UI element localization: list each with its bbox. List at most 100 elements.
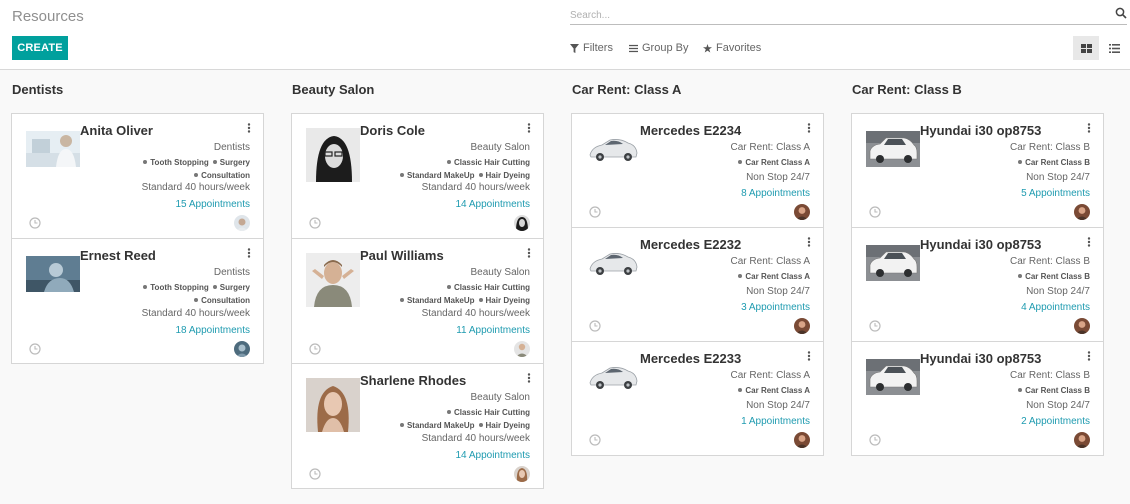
avatar: [794, 432, 810, 448]
tag: Consultation: [194, 169, 250, 182]
appointments-link[interactable]: 2 Appointments: [1021, 416, 1090, 427]
avatar: [794, 318, 810, 334]
page-title: Resources: [12, 8, 84, 25]
tag: Car Rent Class A: [738, 384, 810, 397]
resource-hours: Non Stop 24/7: [746, 172, 810, 183]
resource-hours: Non Stop 24/7: [746, 286, 810, 297]
resource-card[interactable]: Mercedes E2232 Car Rent: Class A Car Ren…: [571, 227, 824, 342]
appointments-link[interactable]: 11 Appointments: [456, 325, 530, 336]
appointments-link[interactable]: 18 Appointments: [176, 325, 251, 336]
resource-hours: Non Stop 24/7: [746, 400, 810, 411]
clock-icon[interactable]: [589, 206, 601, 218]
resource-card[interactable]: Hyundai i30 op8753 Car Rent: Class B Car…: [851, 113, 1104, 228]
favorites-button[interactable]: Favorites: [703, 40, 761, 56]
resource-category: Car Rent: Class A: [730, 256, 810, 267]
appointments-link[interactable]: 3 Appointments: [741, 302, 810, 313]
avatar: [514, 466, 530, 482]
clock-icon[interactable]: [869, 434, 881, 446]
resource-card[interactable]: Sharlene Rhodes Beauty Salon Classic Hai…: [291, 363, 544, 489]
card-menu-icon[interactable]: [807, 351, 811, 361]
resource-hours: Standard 40 hours/week: [421, 308, 530, 319]
resource-category: Car Rent: Class B: [1009, 142, 1090, 153]
tag: Standard MakeUp: [400, 169, 475, 182]
tag: Standard MakeUp: [400, 419, 475, 432]
search-input[interactable]: [570, 7, 1100, 23]
resource-hours: Non Stop 24/7: [1026, 400, 1090, 411]
search-bar: [570, 5, 1127, 25]
resource-name: Paul Williams: [360, 248, 444, 263]
resource-category: Car Rent: Class A: [730, 370, 810, 381]
resource-category: Car Rent: Class B: [1009, 370, 1090, 381]
list-view-button[interactable]: [1101, 36, 1127, 60]
clock-icon[interactable]: [29, 217, 41, 229]
create-button[interactable]: CREATE: [12, 36, 68, 60]
groupby-button[interactable]: Group By: [629, 40, 688, 56]
column-title-car-rent-a: Car Rent: Class A: [572, 82, 682, 97]
card-menu-icon[interactable]: [1087, 351, 1091, 361]
avatar: [794, 204, 810, 220]
resource-card[interactable]: Paul Williams Beauty Salon Classic Hair …: [291, 238, 544, 364]
resource-tags: Car Rent Class A: [610, 156, 810, 169]
card-menu-icon[interactable]: [247, 248, 251, 258]
clock-icon[interactable]: [309, 468, 321, 480]
card-menu-icon[interactable]: [807, 237, 811, 247]
favorites-label: Favorites: [716, 42, 762, 54]
clock-icon[interactable]: [869, 320, 881, 332]
clock-icon[interactable]: [29, 343, 41, 355]
kanban-view-button[interactable]: [1073, 36, 1099, 60]
resource-tags: Classic Hair Cutting Standard MakeUp Hair …: [330, 156, 530, 182]
card-menu-icon[interactable]: [1087, 237, 1091, 247]
appointments-link[interactable]: 15 Appointments: [176, 199, 251, 210]
card-menu-icon[interactable]: [1087, 123, 1091, 133]
appointments-link[interactable]: 8 Appointments: [741, 188, 810, 199]
resource-name: Doris Cole: [360, 123, 426, 138]
resource-card[interactable]: Doris Cole Beauty Salon Classic Hair Cut…: [291, 113, 544, 239]
resource-hours: Non Stop 24/7: [1026, 286, 1090, 297]
avatar: [514, 215, 530, 231]
resource-name: Mercedes E2234: [640, 123, 742, 138]
resource-hours: Non Stop 24/7: [1026, 172, 1090, 183]
card-menu-icon[interactable]: [527, 123, 531, 133]
column-title-car-rent-b: Car Rent: Class B: [852, 82, 962, 97]
tag: Standard MakeUp: [400, 294, 475, 307]
card-menu-icon[interactable]: [527, 373, 531, 383]
clock-icon[interactable]: [589, 320, 601, 332]
avatar: [1074, 318, 1090, 334]
resource-card[interactable]: Anita Oliver Dentists Tooth Stopping Surg…: [11, 113, 264, 239]
column-title-dentists: Dentists: [12, 82, 64, 97]
resource-hours: Standard 40 hours/week: [421, 182, 530, 193]
card-menu-icon[interactable]: [247, 123, 251, 133]
resource-tags: Car Rent Class B: [890, 156, 1090, 169]
avatar: [1074, 204, 1090, 220]
resource-tags: Car Rent Class B: [890, 384, 1090, 397]
resource-category: Dentists: [213, 142, 250, 153]
resource-card[interactable]: Hyundai i30 op8753 Car Rent: Class B Car…: [851, 227, 1104, 342]
resource-card[interactable]: Mercedes E2234 Car Rent: Class A Car Ren…: [571, 113, 824, 228]
search-icon[interactable]: [1115, 7, 1127, 19]
resource-hours: Standard 40 hours/week: [141, 308, 250, 319]
appointments-link[interactable]: 5 Appointments: [1021, 188, 1090, 199]
clock-icon[interactable]: [309, 217, 321, 229]
card-menu-icon[interactable]: [527, 248, 531, 258]
appointments-link[interactable]: 4 Appointments: [1021, 302, 1090, 313]
filters-button[interactable]: Filters: [570, 40, 613, 56]
appointments-link[interactable]: 14 Appointments: [456, 199, 531, 210]
resource-name: Anita Oliver: [80, 123, 153, 138]
avatar: [234, 341, 250, 357]
avatar: [234, 215, 250, 231]
resource-tags: Car Rent Class A: [610, 384, 810, 397]
appointments-link[interactable]: 14 Appointments: [456, 450, 531, 461]
resource-card[interactable]: Ernest Reed Dentists Tooth Stopping Surge…: [11, 238, 264, 364]
resource-hours: Standard 40 hours/week: [141, 182, 250, 193]
clock-icon[interactable]: [589, 434, 601, 446]
appointments-link[interactable]: 1 Appointments: [741, 416, 810, 427]
resource-card[interactable]: Mercedes E2233 Car Rent: Class A Car Ren…: [571, 341, 824, 456]
card-menu-icon[interactable]: [807, 123, 811, 133]
tag: Hair Dyeing: [479, 169, 530, 182]
clock-icon[interactable]: [869, 206, 881, 218]
resource-hours: Standard 40 hours/week: [421, 433, 530, 444]
clock-icon[interactable]: [309, 343, 321, 355]
filter-icon: [570, 43, 579, 53]
resource-card[interactable]: Hyundai i30 op8753 Car Rent: Class B Car…: [851, 341, 1104, 456]
resource-category: Beauty Salon: [470, 142, 531, 153]
